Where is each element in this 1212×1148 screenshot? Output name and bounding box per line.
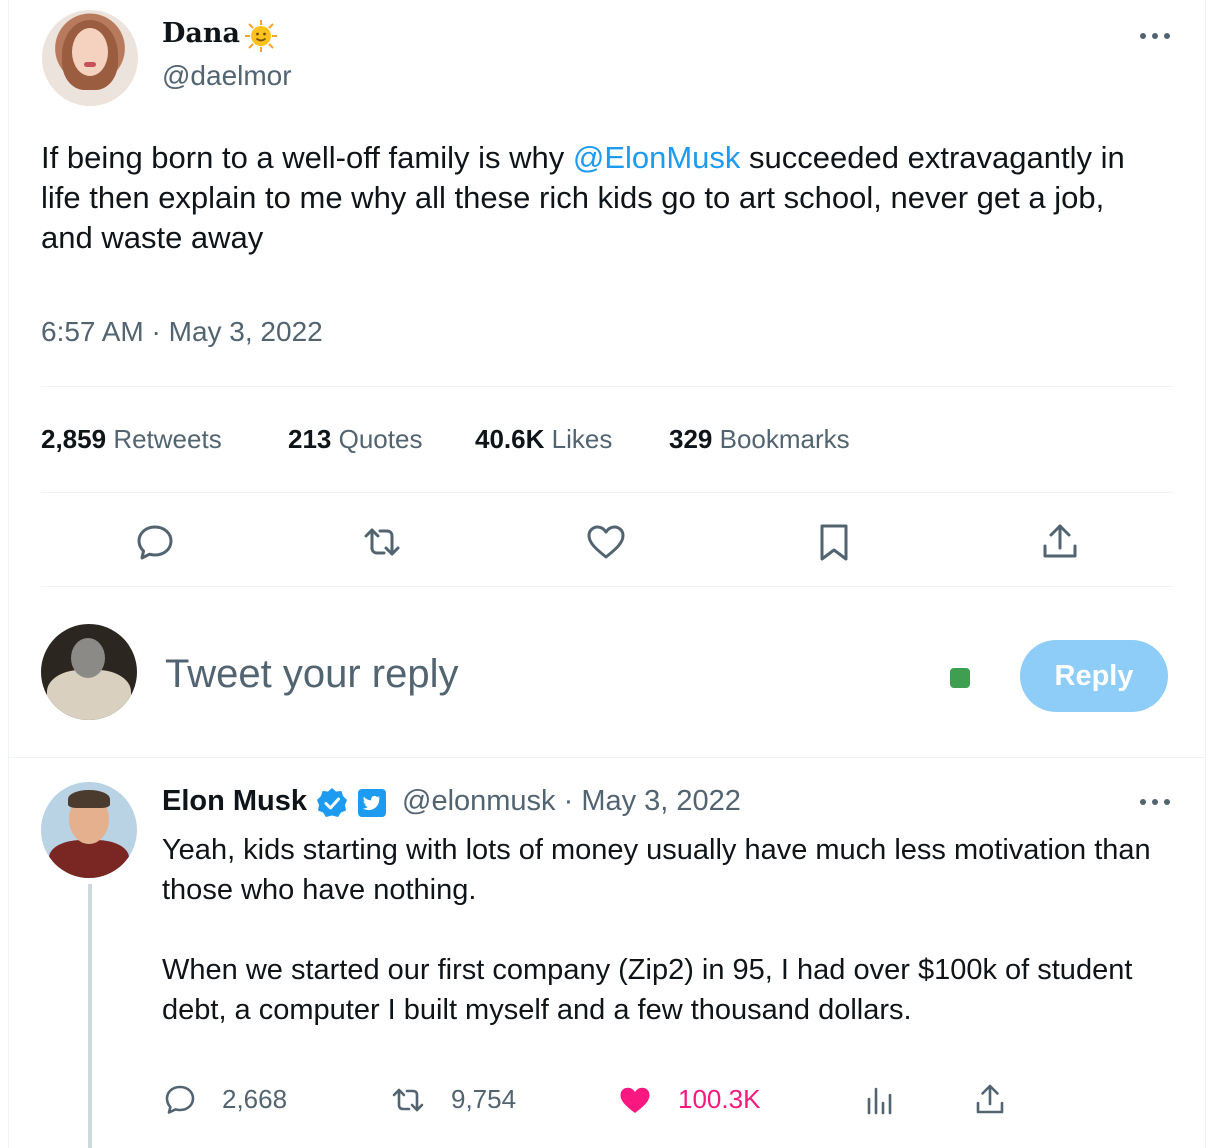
reply-replies-button[interactable] <box>162 1082 198 1118</box>
retweets-stat[interactable]: 2,859 Retweets <box>41 424 222 455</box>
twitter-bird-badge-icon <box>358 789 386 817</box>
likes-stat[interactable]: 40.6K Likes <box>475 424 612 455</box>
reply-icon[interactable] <box>133 520 177 564</box>
quotes-stat[interactable]: 213 Quotes <box>288 424 422 455</box>
share-icon <box>976 1084 1004 1114</box>
reply-button[interactable]: Reply <box>1020 640 1168 712</box>
tweet-text: If being born to a well-off family is wh… <box>41 138 1161 258</box>
quotes-count: 213 <box>288 424 332 454</box>
divider <box>41 492 1173 493</box>
frame-border-right <box>1205 0 1206 1148</box>
author-avatar[interactable] <box>42 10 138 106</box>
likes-count: 100.3K <box>678 1084 761 1114</box>
reply-handle-and-date[interactable]: @elonmusk · May 3, 2022 <box>402 785 741 818</box>
reply-paragraph: Yeah, kids starting with lots of money u… <box>162 834 1151 906</box>
views-analytics-button[interactable] <box>862 1082 898 1118</box>
reply-author-name[interactable]: Elon Musk <box>162 785 307 818</box>
bookmarks-label: Bookmarks <box>719 424 850 454</box>
retweets-label: Retweets <box>113 424 222 454</box>
bookmarks-stat[interactable]: 329 Bookmarks <box>669 424 850 455</box>
divider <box>41 586 1173 587</box>
retweets-count: 2,859 <box>41 424 107 454</box>
frame-border-left <box>8 0 9 1148</box>
more-options-icon[interactable] <box>1138 796 1172 808</box>
thread-line <box>88 884 92 1148</box>
status-indicator <box>950 668 970 688</box>
reply-paragraph: When we started our first company (Zip2)… <box>162 954 1133 1026</box>
reply-like-button[interactable] <box>617 1082 653 1118</box>
tweet-timestamp[interactable]: 6:57 AM · May 3, 2022 <box>41 316 323 348</box>
author-display-name[interactable]: Dana <box>162 18 240 49</box>
share-icon[interactable] <box>1038 520 1082 564</box>
reply-author-avatar[interactable] <box>41 782 137 878</box>
quotes-label: Quotes <box>338 424 423 454</box>
sun-emoji-icon <box>245 20 277 52</box>
liked-heart-icon <box>620 1087 650 1113</box>
divider <box>41 386 1173 387</box>
author-handle[interactable]: @daelmor <box>162 60 292 92</box>
reply-icon <box>165 1085 195 1114</box>
analytics-icon <box>867 1087 892 1115</box>
retweet-icon[interactable] <box>360 520 404 564</box>
mention-link[interactable]: @ElonMusk <box>573 140 741 175</box>
tweet-text-part: If being born to a well-off family is wh… <box>41 140 573 175</box>
retweet-icon <box>392 1088 424 1112</box>
more-options-icon[interactable] <box>1138 30 1172 42</box>
section-divider <box>9 757 1205 758</box>
bookmarks-count: 329 <box>669 424 713 454</box>
user-avatar[interactable] <box>41 624 137 720</box>
verified-badge-icon <box>317 788 347 817</box>
reply-share-button[interactable] <box>972 1082 1008 1118</box>
likes-count: 40.6K <box>475 424 545 454</box>
replies-count: 2,668 <box>222 1084 288 1114</box>
reply-input[interactable]: Tweet your reply <box>165 652 458 697</box>
likes-label: Likes <box>551 424 613 454</box>
reply-retweet-button[interactable] <box>390 1082 426 1118</box>
bookmark-icon[interactable] <box>812 520 856 564</box>
retweets-count: 9,754 <box>451 1084 517 1114</box>
like-icon[interactable] <box>584 520 628 564</box>
reply-text: Yeah, kids starting with lots of money u… <box>162 830 1172 1070</box>
